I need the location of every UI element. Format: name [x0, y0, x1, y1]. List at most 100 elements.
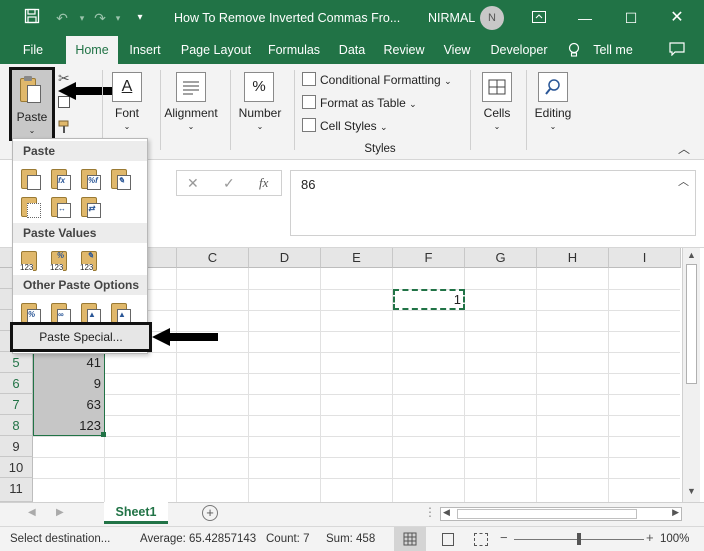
ribbon-display-icon[interactable]	[516, 0, 562, 36]
collapse-ribbon-icon[interactable]: ︿	[678, 140, 690, 157]
tab-developer[interactable]: Developer	[486, 36, 552, 64]
tab-view[interactable]: View	[438, 36, 476, 64]
sheet-tab-sheet1[interactable]: Sheet1	[104, 502, 168, 524]
cancel-icon[interactable]: ✕	[187, 175, 199, 192]
scroll-right-icon[interactable]: ▶	[672, 507, 679, 518]
editing-dropdown-icon[interactable]: ⌄	[526, 122, 580, 131]
collapse-formula-icon[interactable]: ︿	[678, 173, 689, 189]
tab-home[interactable]: Home	[66, 36, 118, 64]
values-number-formatting-icon[interactable]: % 123	[49, 249, 73, 273]
cell-b5[interactable]: 41	[33, 352, 105, 373]
number-dropdown-icon[interactable]: ⌄	[232, 122, 288, 131]
row-header-10[interactable]: 10	[0, 457, 33, 478]
no-borders-icon[interactable]	[19, 195, 43, 219]
redo-icon[interactable]: ↷	[90, 8, 110, 28]
transpose-icon[interactable]: ⇄	[79, 195, 103, 219]
formula-input[interactable]: 86 ︿	[290, 170, 696, 236]
tab-split-handle[interactable]: ⋮	[424, 505, 436, 519]
comments-icon[interactable]	[664, 36, 690, 64]
cell-styles-button[interactable]: Cell Styles ⌄	[302, 116, 388, 136]
tab-page-layout[interactable]: Page Layout	[176, 36, 256, 64]
tab-file[interactable]: File	[14, 36, 52, 64]
format-as-table-button[interactable]: Format as Table ⌄	[302, 93, 417, 113]
scroll-thumb[interactable]	[686, 264, 697, 384]
paste-formulas-number-formatting-icon[interactable]: %f	[79, 167, 103, 191]
user-name[interactable]: NIRMAL	[428, 0, 475, 36]
avatar[interactable]: N	[480, 6, 504, 30]
paste-button[interactable]: Paste ⌄	[9, 67, 55, 141]
tab-data[interactable]: Data	[334, 36, 370, 64]
paste-icon[interactable]	[19, 167, 43, 191]
column-header-h[interactable]: H	[537, 248, 609, 268]
keep-source-formatting-icon[interactable]: ✎	[109, 167, 133, 191]
h-scroll-thumb[interactable]	[457, 509, 637, 519]
row-header-11[interactable]: 11	[0, 478, 33, 502]
row-header-5[interactable]: 5	[0, 352, 33, 373]
cell-styles-icon	[302, 118, 316, 132]
conditional-formatting-button[interactable]: Conditional Formatting ⌄	[302, 70, 452, 90]
alignment-dropdown-icon[interactable]: ⌄	[158, 122, 224, 131]
page-break-preview-icon[interactable]	[474, 533, 488, 546]
percent-icon[interactable]: %	[244, 72, 274, 102]
cells-group-button[interactable]: Cells	[472, 106, 522, 120]
paste-special-button[interactable]: Paste Special...	[10, 322, 152, 352]
cells-dropdown-icon[interactable]: ⌄	[472, 122, 522, 131]
keep-column-widths-icon[interactable]: ↔	[49, 195, 73, 219]
minimize-icon[interactable]: —	[562, 0, 608, 36]
vertical-scrollbar[interactable]: ▲ ▼	[682, 248, 700, 502]
prev-sheet-icon[interactable]: ◀	[28, 507, 36, 518]
paste-values-icon[interactable]: 123	[19, 249, 43, 273]
horizontal-scrollbar[interactable]: ◀ ▶	[440, 507, 682, 521]
row-header-9[interactable]: 9	[0, 436, 33, 457]
scroll-down-icon[interactable]: ▼	[687, 486, 696, 496]
search-icon[interactable]	[538, 72, 568, 102]
format-painter-icon[interactable]	[58, 120, 72, 133]
column-header-f[interactable]: F	[393, 248, 465, 268]
normal-view-icon[interactable]	[394, 527, 426, 551]
check-icon[interactable]: ✓	[223, 175, 235, 192]
column-header-i[interactable]: I	[609, 248, 681, 268]
add-sheet-icon[interactable]: +	[202, 505, 218, 521]
column-header-d[interactable]: D	[249, 248, 321, 268]
alignment-icon[interactable]	[176, 72, 206, 102]
close-icon[interactable]: ✕	[654, 0, 700, 36]
column-header-c[interactable]: C	[177, 248, 249, 268]
undo-icon[interactable]: ↶	[52, 8, 72, 28]
tab-insert[interactable]: Insert	[124, 36, 166, 64]
maximize-icon[interactable]: ☐	[608, 0, 654, 36]
zoom-in-icon[interactable]: +	[646, 530, 654, 545]
column-header-g[interactable]: G	[465, 248, 537, 268]
number-group-button[interactable]: Number	[232, 106, 288, 120]
row-header-6[interactable]: 6	[0, 373, 33, 394]
column-header-e[interactable]: E	[321, 248, 393, 268]
lightbulb-icon[interactable]	[564, 36, 584, 64]
cells-icon[interactable]	[482, 72, 512, 102]
cell-b6[interactable]: 9	[33, 373, 105, 394]
insert-function-button[interactable]: fx	[259, 175, 268, 191]
font-group-button[interactable]: Font	[100, 106, 154, 120]
tab-formulas[interactable]: Formulas	[264, 36, 324, 64]
zoom-out-icon[interactable]: −	[500, 530, 508, 545]
scroll-left-icon[interactable]: ◀	[443, 507, 450, 518]
cell-b8[interactable]: 123	[33, 415, 105, 436]
row-header-8[interactable]: 8	[0, 415, 33, 436]
cell-b7[interactable]: 63	[33, 394, 105, 415]
zoom-slider-thumb[interactable]	[577, 533, 581, 545]
paste-formulas-icon[interactable]: fx	[49, 167, 73, 191]
tab-review[interactable]: Review	[380, 36, 428, 64]
alignment-group-button[interactable]: Alignment	[158, 106, 224, 120]
scroll-up-icon[interactable]: ▲	[687, 250, 696, 260]
undo-dropdown-icon[interactable]: ▾	[72, 8, 92, 28]
row-header-7[interactable]: 7	[0, 394, 33, 415]
page-layout-view-icon[interactable]	[442, 533, 454, 546]
values-source-formatting-icon[interactable]: ✎ 123	[79, 249, 103, 273]
font-icon[interactable]: A	[112, 72, 142, 102]
tell-me-search[interactable]: Tell me	[590, 36, 636, 64]
next-sheet-icon[interactable]: ▶	[56, 507, 64, 518]
customize-qat-icon[interactable]: ▾	[130, 8, 150, 28]
editing-group-button[interactable]: Editing	[526, 106, 580, 120]
redo-dropdown-icon[interactable]: ▾	[108, 8, 128, 28]
zoom-level[interactable]: 100%	[660, 527, 689, 551]
font-dropdown-icon[interactable]: ⌄	[100, 122, 154, 131]
save-icon[interactable]	[22, 8, 42, 28]
